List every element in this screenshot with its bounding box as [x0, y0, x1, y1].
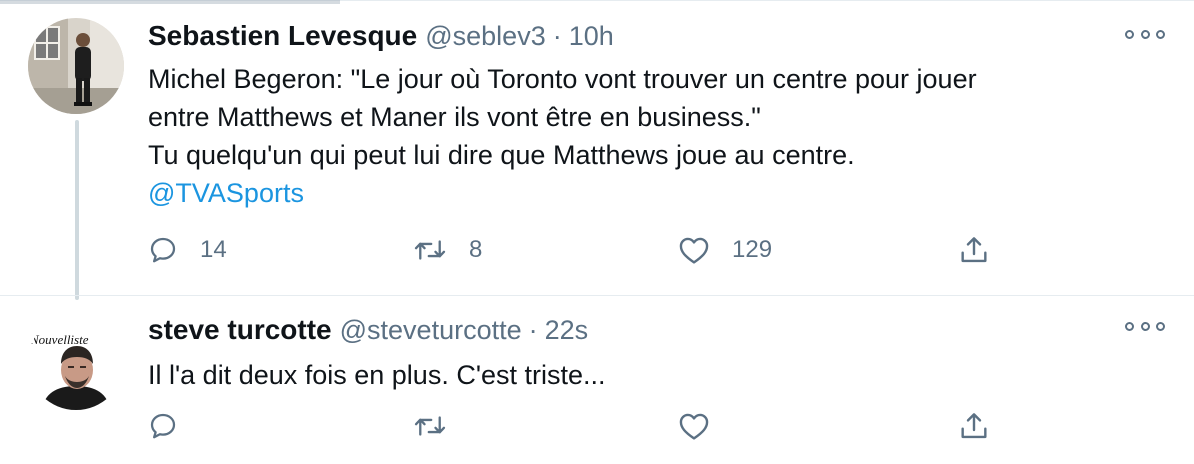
more-dot — [1140, 29, 1150, 39]
retweet-button[interactable] — [413, 406, 447, 446]
tweet-divider — [0, 295, 1194, 296]
share-icon — [961, 413, 987, 439]
more-dot — [1156, 29, 1165, 39]
tweet-timestamp[interactable]: 10h — [569, 21, 614, 52]
person-standing-photo — [28, 18, 124, 114]
retweet-button[interactable]: 8 — [413, 230, 482, 270]
like-button[interactable]: 129 — [678, 230, 772, 270]
more-icon[interactable] — [1125, 316, 1165, 336]
tweet-text: Il l'a dit deux fois en plus. C'est tris… — [148, 356, 1148, 394]
more-dot — [1125, 321, 1134, 331]
tweet-text: Michel Begeron: "Le jour où Toronto vont… — [148, 60, 1148, 212]
like-count: 129 — [732, 236, 773, 263]
reply-icon — [150, 237, 176, 263]
tweet-timestamp[interactable]: 22s — [545, 315, 589, 346]
header-separator: · — [528, 315, 538, 345]
reply-button[interactable] — [148, 406, 178, 446]
tweet[interactable]: Nouvelliste steve turcotte @steveturcott… — [0, 300, 1194, 464]
display-name[interactable]: Sebastien Levesque — [148, 20, 417, 52]
avatar[interactable]: Nouvelliste — [28, 314, 124, 410]
logo-text: Nouvelliste — [29, 332, 89, 347]
tweet-text-line: Tu quelqu'un qui peut lui dire que Matth… — [148, 140, 855, 170]
more-dot — [1156, 321, 1165, 331]
user-handle[interactable]: @seblev3 — [425, 21, 545, 52]
retweet-icon — [414, 416, 446, 436]
retweet-count: 8 — [469, 236, 483, 263]
tweet-actions — [148, 406, 1008, 446]
tweet-text-line: Il l'a dit deux fois en plus. C'est tris… — [148, 360, 606, 390]
share-button[interactable] — [958, 406, 990, 446]
tweet-header: Sebastien Levesque @seblev3 · 10h — [148, 20, 614, 52]
reply-icon — [150, 413, 176, 439]
more-icon[interactable] — [1125, 24, 1165, 44]
tweet[interactable]: Sebastien Levesque @seblev3 · 10h Michel… — [0, 0, 1194, 300]
avatar[interactable] — [28, 18, 124, 114]
person-headshot-photo: Nouvelliste — [28, 314, 124, 410]
more-dot — [1125, 29, 1134, 39]
mention-link[interactable]: @TVASports — [148, 174, 1148, 212]
share-icon — [961, 237, 987, 263]
retweet-icon — [414, 240, 446, 260]
header-separator: · — [552, 21, 562, 51]
more-dot — [1140, 321, 1150, 331]
share-button[interactable] — [958, 230, 990, 270]
heart-icon — [679, 413, 709, 440]
tweet-text-line: entre Matthews et Maner ils vont être en… — [148, 102, 761, 132]
display-name[interactable]: steve turcotte — [148, 314, 332, 346]
heart-icon — [679, 237, 709, 264]
like-button[interactable] — [678, 406, 710, 446]
tweet-header: steve turcotte @steveturcotte · 22s — [148, 314, 588, 346]
tweet-text-line: Michel Begeron: "Le jour où Toronto vont… — [148, 64, 977, 94]
tweet-actions: 14 8 129 — [148, 230, 1008, 270]
thread-connector-line — [75, 120, 79, 300]
reply-count: 14 — [200, 236, 227, 263]
user-handle[interactable]: @steveturcotte — [340, 315, 522, 346]
reply-button[interactable]: 14 — [148, 230, 227, 270]
